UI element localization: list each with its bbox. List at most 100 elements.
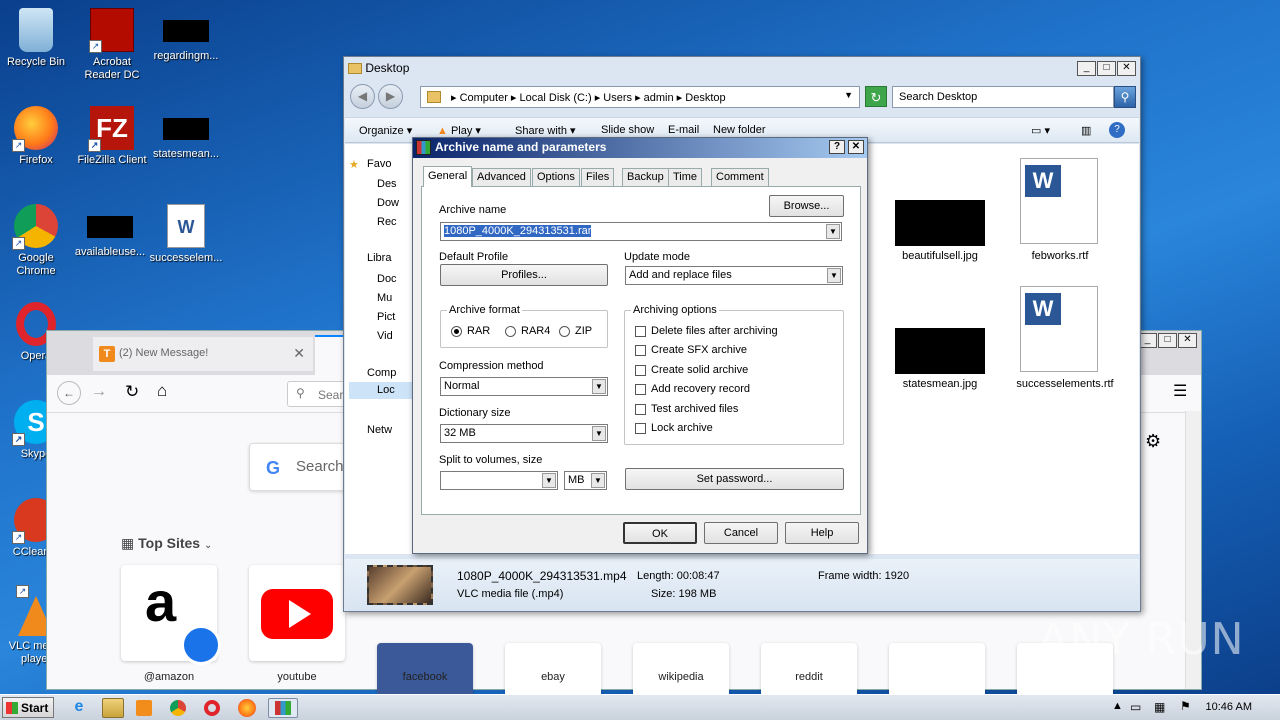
preview-pane-icon[interactable]: ▥ [1081,124,1091,137]
checkbox-create-sfx[interactable] [635,345,646,356]
tab-time[interactable]: Time [668,168,703,186]
media-player-icon[interactable] [136,700,152,716]
browse-button[interactable]: Browse... [769,195,844,217]
nav-item-local-disk[interactable]: Loc [349,382,413,399]
desktop-icon-filezilla[interactable]: FZ ↗ FileZilla Client [74,106,150,167]
reload-icon[interactable]: ↻ [125,382,139,402]
explorer-taskbar-icon[interactable] [102,698,124,718]
settings-gear-icon[interactable]: ⚙ [1145,431,1161,452]
profiles-button[interactable]: Profiles... [440,264,608,286]
radio-rar[interactable] [451,326,462,337]
chrome-taskbar-icon[interactable] [170,700,186,716]
flag-icon[interactable]: ⚑ [1180,699,1191,713]
forward-button-icon[interactable]: ▶ [378,84,403,109]
email-button[interactable]: E-mail [668,124,699,136]
word-document-icon[interactable]: W [1020,158,1098,244]
checkbox-test-archived[interactable] [635,404,646,415]
chevron-down-icon[interactable]: ▼ [592,426,606,441]
tab-backup[interactable]: Backup [622,168,669,186]
desktop-icon-file[interactable]: statesmean... [148,106,224,161]
nav-item-favorites[interactable]: ★ Favo [349,158,391,171]
breadcrumb-item[interactable]: Computer [460,92,508,104]
set-password-button[interactable]: Set password... [625,468,844,490]
home-icon[interactable]: ⌂ [157,381,167,401]
image-thumbnail[interactable] [895,200,985,246]
checkbox-lock-archive[interactable] [635,423,646,434]
firefox-taskbar-icon[interactable] [238,699,256,717]
chevron-down-icon[interactable]: ▼ [542,473,556,488]
forward-arrow-icon[interactable]: → [91,383,107,401]
desktop-icon-file[interactable]: availableuse... [72,204,148,259]
play-button[interactable]: ▲ Play ▾ [437,124,481,137]
address-bar[interactable]: ▸ Computer ▸ Local Disk (C:) ▸ Users ▸ a… [420,86,860,108]
slide-show-button[interactable]: Slide show [601,124,654,136]
chevron-down-icon[interactable]: ▼ [592,379,606,394]
url-bar[interactable]: ⚲ Sear [287,381,347,407]
close-icon[interactable]: ✕ [1178,333,1197,348]
tab-general[interactable]: General [423,166,473,187]
word-document-icon[interactable]: W [1020,286,1098,372]
firefox-tab[interactable]: T (2) New Message! ✕ [93,337,313,371]
nav-item-videos[interactable]: Vid [377,330,393,342]
chevron-down-icon[interactable]: ▼ [827,268,841,283]
organize-menu[interactable]: Organize ▾ [359,124,412,137]
breadcrumb-item[interactable]: Users [603,92,632,104]
show-hidden-icons-icon[interactable]: ▲ [1112,700,1123,712]
nav-item-desktop[interactable]: Des [377,178,397,190]
close-icon[interactable]: ✕ [1117,61,1136,76]
new-folder-button[interactable]: New folder [713,124,766,136]
breadcrumb-item[interactable]: Local Disk (C:) [520,92,592,104]
nav-item-libraries[interactable]: Libra [367,252,391,264]
compression-method-select[interactable]: Normal ▼ [440,377,608,396]
share-with-menu[interactable]: Share with ▾ [515,124,576,137]
nav-item-downloads[interactable]: Dow [377,197,399,209]
split-volumes-input[interactable]: ▼ [440,471,558,490]
view-options-icon[interactable]: ▭ ▾ [1031,124,1050,137]
help-button[interactable]: Help [785,522,859,544]
nav-item-documents[interactable]: Doc [377,273,397,285]
chevron-down-icon[interactable]: ▼ [826,224,840,239]
tray-icon[interactable]: ▭ [1130,700,1141,714]
top-sites-header[interactable]: ▦ Top Sites ⌄ [121,535,212,552]
desktop-icon-acrobat[interactable]: ↗ Acrobat Reader DC [74,8,150,82]
desktop-icon-file[interactable]: regardingm... [148,8,224,63]
archive-dialog[interactable]: Archive name and parameters ? ✕ General … [412,137,868,554]
breadcrumb-item[interactable]: Desktop [685,92,725,104]
help-icon[interactable]: ? [829,140,845,154]
close-tab-icon[interactable]: ✕ [293,345,305,362]
top-site-tile-youtube[interactable] [249,565,345,661]
image-thumbnail[interactable] [895,328,985,374]
ok-button[interactable]: OK [623,522,697,544]
network-icon[interactable]: ▦ [1154,700,1165,714]
close-icon[interactable]: ✕ [848,140,864,154]
nav-item-computer[interactable]: Comp [367,367,396,379]
winrar-taskbar-icon[interactable] [268,698,298,718]
minimize-icon[interactable]: _ [1077,61,1096,76]
desktop-icon-word-doc[interactable]: W successelem... [148,204,224,265]
search-desktop-input[interactable]: Search Desktop [892,86,1114,108]
radio-zip[interactable] [559,326,570,337]
split-unit-select[interactable]: MB ▼ [564,471,607,490]
nav-item-network[interactable]: Netw [367,424,392,436]
breadcrumb-item[interactable]: admin [644,92,674,104]
dictionary-size-select[interactable]: 32 MB ▼ [440,424,608,443]
tab-options[interactable]: Options [532,168,580,186]
search-icon[interactable]: ⚲ [1114,86,1136,108]
checkbox-delete-files[interactable] [635,326,646,337]
clock[interactable]: 10:46 AM [1206,701,1252,713]
maximize-icon[interactable]: □ [1097,61,1116,76]
top-site-tile-amazon[interactable]: a [121,565,221,665]
back-arrow-icon[interactable]: ← [57,381,81,405]
help-icon[interactable]: ? [1109,122,1125,138]
start-button[interactable]: Start [2,697,54,718]
desktop-icon-firefox[interactable]: ↗ Firefox [0,106,74,167]
ie-icon[interactable]: e [68,698,90,718]
nav-item-music[interactable]: Mu [377,292,392,304]
file-label[interactable]: febworks.rtf [1010,250,1110,263]
firefox-active-tab[interactable] [315,335,345,375]
file-label[interactable]: successelements.rtf [1010,378,1120,391]
opera-taskbar-icon[interactable] [204,700,220,716]
desktop-icon-recycle-bin[interactable]: Recycle Bin [0,8,74,69]
menu-icon[interactable]: ☰ [1173,381,1187,401]
nav-item-recent[interactable]: Rec [377,216,397,228]
